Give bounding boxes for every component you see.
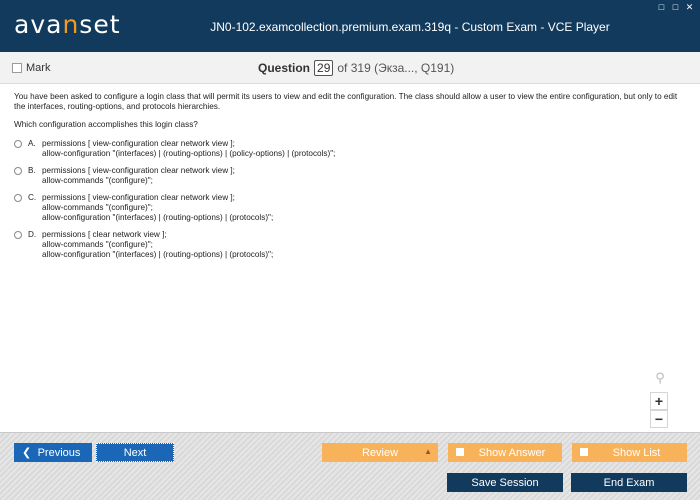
mark-checkbox[interactable]: Mark: [12, 62, 50, 74]
question-counter: Question 29 of 319 (Экза..., Q191): [258, 60, 454, 76]
window-controls: □ □ ✕: [657, 3, 694, 12]
triangle-up-icon: ▲: [424, 447, 432, 456]
option-letter: A.: [28, 139, 36, 148]
option-text: permissions [ view-configuration clear n…: [42, 139, 336, 158]
close-icon[interactable]: ✕: [685, 3, 694, 12]
radio-button[interactable]: [14, 140, 22, 148]
zoom-out-button[interactable]: −: [650, 410, 668, 428]
radio-button[interactable]: [14, 194, 22, 202]
next-button[interactable]: Next: [96, 443, 174, 462]
question-number-input[interactable]: 29: [314, 60, 334, 76]
question-bar: Mark Question 29 of 319 (Экза..., Q191): [0, 52, 700, 84]
option-text: permissions [ view-configuration clear n…: [42, 166, 235, 185]
zoom-in-button[interactable]: +: [650, 392, 668, 410]
question-total: of 319 (Экза..., Q191): [337, 61, 455, 75]
magnifier-icon: ⚲: [655, 370, 665, 385]
window-title: JN0-102.examcollection.premium.exam.319q…: [210, 20, 610, 34]
radio-button[interactable]: [14, 167, 22, 175]
avanset-logo: avanset: [14, 10, 121, 39]
chevron-left-icon: ❮: [22, 447, 32, 459]
show-list-button[interactable]: Show List: [572, 443, 687, 462]
previous-button[interactable]: ❮ Previous: [14, 443, 92, 462]
save-session-button[interactable]: Save Session: [447, 473, 563, 492]
zoom-controls: ⚲ + −: [650, 370, 670, 428]
option-text: permissions [ view-configuration clear n…: [42, 193, 274, 222]
restore-icon[interactable]: □: [657, 3, 666, 12]
review-button[interactable]: Review ▲: [322, 443, 438, 462]
checkbox-icon[interactable]: [580, 448, 588, 456]
title-bar: avanset JN0-102.examcollection.premium.e…: [0, 0, 700, 52]
radio-button[interactable]: [14, 231, 22, 239]
option-c[interactable]: C. permissions [ view-configuration clea…: [14, 193, 686, 223]
question-content: You have been asked to configure a login…: [14, 92, 686, 267]
option-a[interactable]: A. permissions [ view-configuration clea…: [14, 139, 686, 159]
option-b[interactable]: B. permissions [ view-configuration clea…: [14, 166, 686, 186]
bottom-toolbar: ❮ Previous Next Review ▲ Show Answer Sho…: [0, 432, 700, 500]
question-prompt: Which configuration accomplishes this lo…: [14, 120, 198, 129]
mark-label: Mark: [26, 62, 51, 74]
option-letter: D.: [28, 230, 37, 239]
option-letter: B.: [28, 166, 36, 175]
maximize-icon[interactable]: □: [671, 3, 680, 12]
option-text: permissions [ clear network view ]; allo…: [42, 230, 274, 259]
show-answer-button[interactable]: Show Answer: [448, 443, 562, 462]
checkbox-icon[interactable]: [12, 63, 22, 73]
end-exam-button[interactable]: End Exam: [571, 473, 687, 492]
checkbox-icon[interactable]: [456, 448, 464, 456]
question-stem: You have been asked to configure a login…: [14, 92, 678, 111]
question-word: Question: [258, 61, 311, 75]
option-d[interactable]: D. permissions [ clear network view ]; a…: [14, 230, 686, 260]
option-letter: C.: [28, 193, 37, 202]
